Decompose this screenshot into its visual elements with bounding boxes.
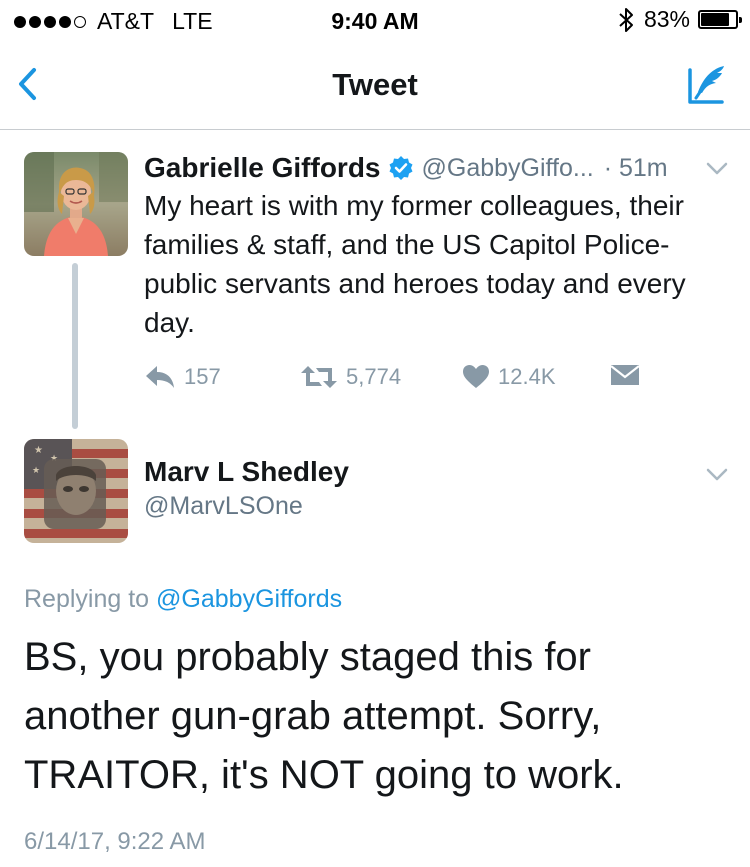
reply-author-handle[interactable]: @MarvLSOne [144,492,303,521]
status-bar: AT&T LTE 9:40 AM 83% [0,0,750,40]
replying-to-link[interactable]: @GabbyGiffords [156,585,342,613]
reply-count: 157 [184,364,221,389]
like-count: 12.4K [498,364,556,389]
tweet-header: Gabrielle Giffords @GabbyGiffo... · 51m [144,150,734,186]
envelope-icon [610,365,640,385]
avatar[interactable]: ★ ★ ★ [24,439,128,543]
status-right: 83% [618,6,742,33]
heart-icon [463,365,489,388]
tweet-time-ago: · 51m [603,153,668,182]
reply-icon [146,366,174,388]
battery-percent: 83% [643,6,690,32]
reply-tweet-text: BS, you probably staged this for another… [24,635,624,797]
retweet-count: 5,774 [346,364,402,389]
avatar-image [24,152,128,256]
direct-message-button[interactable] [610,364,648,386]
avatar-image: ★ ★ ★ [24,439,128,543]
battery-icon [698,10,742,29]
bluetooth-icon [619,7,633,32]
retweet-icon [301,366,337,388]
verified-badge-icon [389,156,412,180]
nav-bar: Tweet [0,40,750,130]
thread-connector [72,263,78,429]
reply-button[interactable]: 157 [144,364,221,390]
tweet-timestamp: 6/14/17, 9:22 AM [24,828,206,855]
author-name[interactable]: Gabrielle Giffords [144,152,381,184]
chevron-down-icon[interactable] [706,162,728,176]
chevron-down-icon[interactable] [706,468,728,482]
like-button[interactable]: 12.4K [462,364,556,390]
battery-fill [701,13,730,26]
tweet-actions: 157 5,774 12.4K [144,364,704,394]
avatar[interactable] [24,152,128,256]
page-title: Tweet [332,67,418,102]
reply-author-name[interactable]: Marv L Shedley [144,456,349,488]
author-handle[interactable]: @GabbyGiffo... [422,154,594,183]
replying-to-line: Replying to @GabbyGiffords [24,585,342,614]
tweet-text: My heart is with my former colleagues, t… [144,190,686,338]
replying-to-prefix: Replying to [24,585,150,613]
compose-tweet-icon[interactable] [684,62,730,108]
retweet-button[interactable]: 5,774 [300,364,401,390]
